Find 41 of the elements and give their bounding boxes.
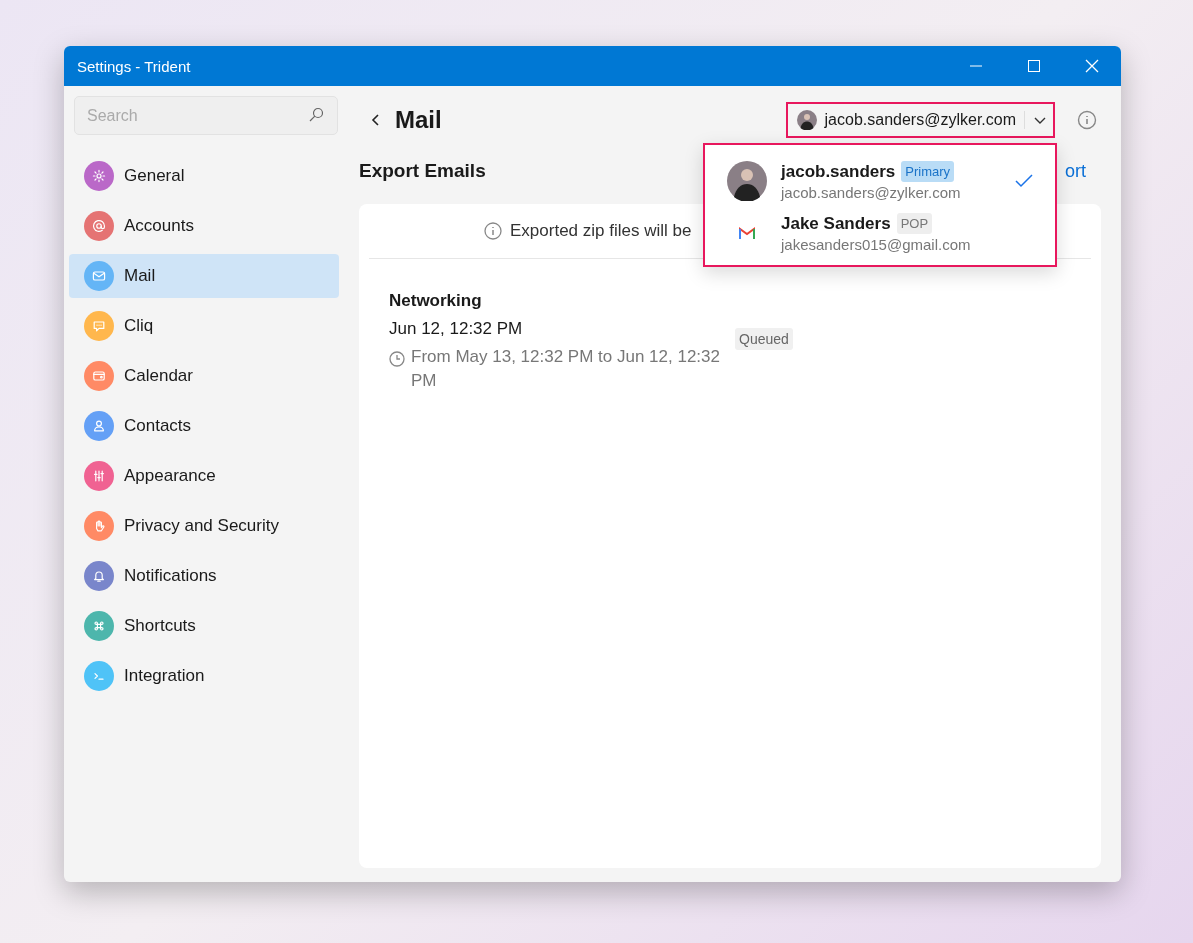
- account-name: Jake Sanders: [781, 213, 891, 234]
- account-option[interactable]: jacob.sanders Primary jacob.sanders@zylker.com: [705, 161, 1055, 201]
- account-tag: POP: [896, 213, 933, 234]
- date-range: From May 13, 12:32 PM to Jun 12, 12:32 PM: [411, 346, 721, 392]
- avatar-icon: [727, 161, 767, 201]
- sidebar-item[interactable]: Notifications: [69, 554, 339, 598]
- close-icon: [1085, 59, 1099, 73]
- info-text: Exported zip files will be: [510, 221, 692, 241]
- sidebar-item[interactable]: Cliq: [69, 304, 339, 348]
- sidebar-item[interactable]: Mail: [69, 254, 339, 298]
- account-option[interactable]: Jake Sanders POP jakesanders015@gmail.com: [705, 213, 1055, 253]
- sidebar-item[interactable]: Appearance: [69, 454, 339, 498]
- sidebar-item[interactable]: Calendar: [69, 354, 339, 398]
- sidebar-item[interactable]: Contacts: [69, 404, 339, 448]
- minimize-icon: [970, 65, 982, 67]
- clock-icon: [389, 351, 405, 367]
- info-button[interactable]: [1077, 110, 1097, 130]
- section-title: Export Emails: [359, 160, 486, 182]
- avatar-icon: [796, 110, 817, 130]
- account-selector[interactable]: jacob.sanders@zylker.com: [785, 102, 1055, 138]
- window-title: Settings - Trident: [77, 57, 192, 75]
- account-tag: Primary: [901, 161, 955, 182]
- export-date: Jun 12, 12:32 PM: [389, 319, 524, 339]
- search-field[interactable]: Search: [74, 96, 338, 135]
- export-link[interactable]: ort: [1065, 160, 1086, 182]
- maximize-icon: [1028, 60, 1040, 72]
- page-title: Mail: [395, 106, 443, 134]
- sidebar-item[interactable]: Accounts: [69, 204, 339, 248]
- mail-icon: [739, 227, 755, 239]
- sidebar-item[interactable]: Integration: [69, 654, 339, 698]
- export-name: Networking: [389, 291, 483, 311]
- sidebar-item[interactable]: Shortcuts: [69, 604, 339, 648]
- account-name: jacob.sanders: [781, 161, 896, 182]
- sidebar-item[interactable]: General: [69, 154, 339, 198]
- chevron-left-icon: [371, 113, 381, 127]
- search-icon: [308, 107, 324, 123]
- account-email: jakesanders015@gmail.com: [781, 236, 972, 253]
- account-email: jacob.sanders@zylker.com: [781, 184, 962, 201]
- info-icon: [484, 222, 502, 240]
- sidebar-item[interactable]: Privacy and Security: [69, 504, 339, 548]
- status-tag: Queued: [735, 328, 793, 350]
